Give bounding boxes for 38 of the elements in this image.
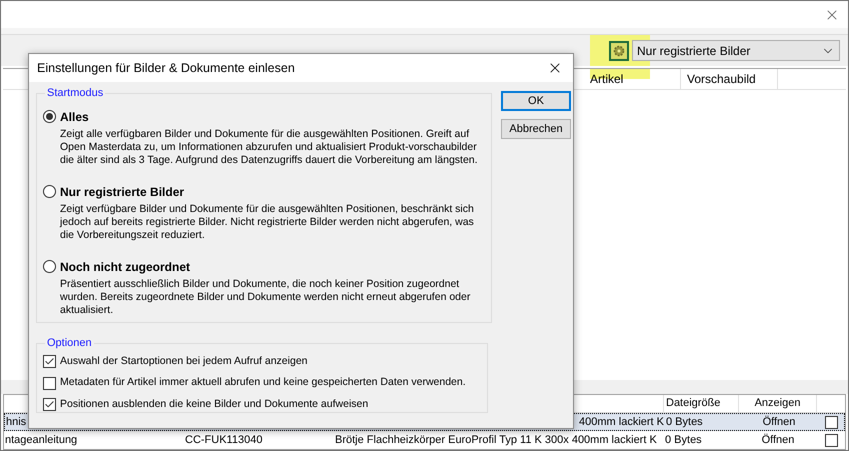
checkbox[interactable] bbox=[43, 398, 56, 412]
radio-button[interactable] bbox=[43, 260, 56, 273]
checkbox-option[interactable]: Auswahl der Startoptionen bei jedem Aufruf anzeigen bbox=[43, 354, 481, 370]
checkbox[interactable] bbox=[824, 416, 838, 428]
radio-option[interactable]: Nur registrierte Bilder bbox=[43, 182, 485, 200]
option-description: Zeigt alle verfügbaren Bilder und Dokumente für die ausgewählten Positionen. Greift auf Open Masterdata zu, um Informationen abzurufen und aktualisiert Produkt-vorschaubilder die älter sind als 3 Tage. Aufgrund des Datenzugriffs dauert die Vorbereitung am längsten. bbox=[60, 128, 479, 166]
table-cell-text: Brötje Flachheizkörper EuroProfil Typ 11 K 300x 400mm lackiert K bbox=[335, 432, 657, 448]
checkbox[interactable] bbox=[43, 354, 56, 368]
dialog-title: Einstellungen für Bilder & Dokumente einlesen bbox=[37, 60, 295, 77]
column-header[interactable]: Vorschaubild bbox=[681, 69, 778, 89]
gear-icon bbox=[613, 44, 625, 56]
table-cell-text: 0 Bytes bbox=[666, 414, 703, 430]
dialog-button[interactable]: OK bbox=[501, 91, 571, 111]
checkbox[interactable] bbox=[824, 434, 838, 446]
option-description: Zeigt verfügbare Bilder und Dokumente für die ausgewählten Positionen, beschränkt sich jedoch auf bereits registrierte Bilder. Nicht registrierte Bilder werden nicht abgerufen, was die Vorbereitungszeit reduziert. bbox=[60, 202, 475, 242]
column-header[interactable]: Dateigröße bbox=[666, 395, 720, 412]
dialog-button[interactable]: Abbrechen bbox=[501, 119, 571, 139]
table-cell-text: Öffnen bbox=[762, 414, 796, 430]
table-cell-text: ntageanleitung bbox=[5, 432, 78, 448]
group-title: Startmodus bbox=[46, 86, 104, 101]
checkbox-option[interactable]: Positionen ausblenden die keine Bilder und Dokumente aufweisen bbox=[43, 397, 481, 413]
radio-option[interactable]: Noch nicht zugeordnet bbox=[43, 258, 485, 276]
radio-button[interactable] bbox=[43, 110, 56, 123]
checkbox[interactable] bbox=[43, 376, 56, 390]
filter-dropdown[interactable]: Nur registrierte Bilder bbox=[632, 40, 840, 61]
table-cell-text: 0 Bytes bbox=[665, 432, 702, 448]
radio-option[interactable]: Alles bbox=[43, 108, 485, 126]
checkbox-option[interactable]: Metadaten für Artikel immer aktuell abrufen und keine gespeicherten Daten verwenden. bbox=[43, 375, 481, 391]
radio-button[interactable] bbox=[43, 185, 56, 198]
table-cell-text: Öffnen bbox=[762, 432, 794, 448]
settings-button[interactable] bbox=[609, 40, 629, 60]
table-cell-text: hnis bbox=[6, 414, 26, 430]
table-cell-text: 400mm lackiert K bbox=[579, 414, 664, 430]
group-title: Optionen bbox=[46, 336, 93, 351]
column-header[interactable]: Anzeigen bbox=[754, 395, 800, 412]
table-cell-text: CC-FUK113040 bbox=[185, 432, 262, 448]
column-header[interactable]: Artikel bbox=[584, 69, 681, 89]
option-description: Präsentiert ausschließlich Bilder und Dokumente, die noch keiner Position zugeordnet wurden. Bereits zugeordnete Bilder und Dokumente werden nicht erneut abgerufen oder aktualisiert. bbox=[60, 278, 472, 316]
